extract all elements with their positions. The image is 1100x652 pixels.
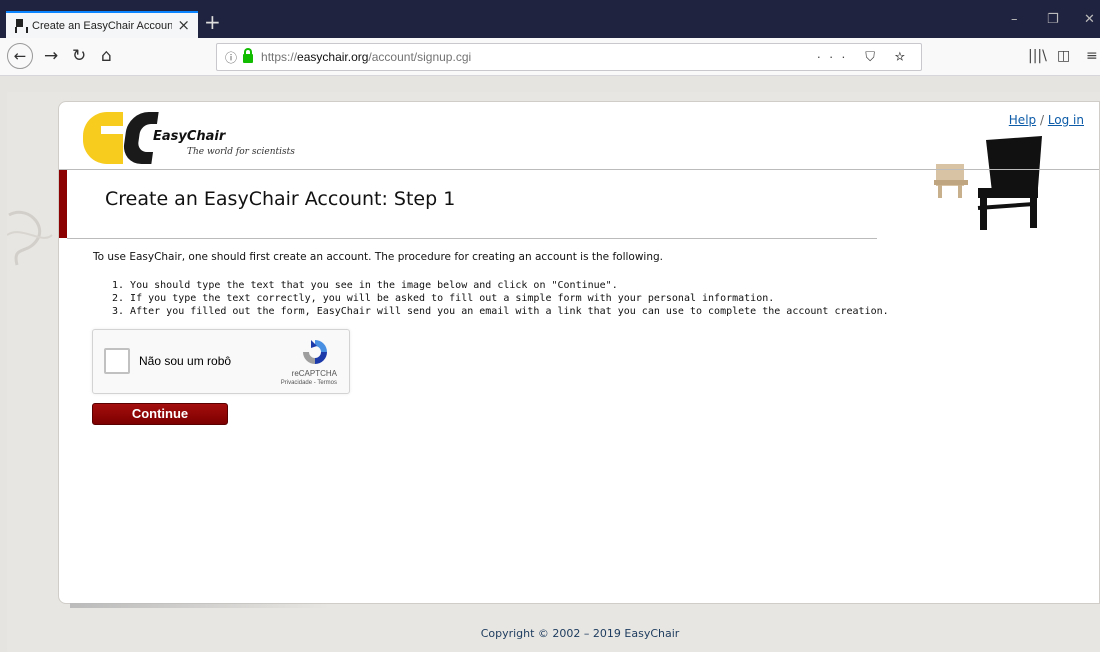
header-divider [59,169,1099,170]
page-title: Create an EasyChair Account: Step 1 [105,188,456,210]
link-separator: / [1036,113,1048,127]
close-window-button[interactable]: ✕ [1084,12,1095,27]
url-actions[interactable]: ··· ⛉ ☆ [817,49,913,65]
recaptcha-widget: Não sou um robô reCAPTCHA Privacidade - … [92,329,350,394]
recaptcha-brand: reCAPTCHA [291,369,337,378]
info-icon[interactable]: ⓘ [225,49,237,66]
url-bar[interactable]: ⓘ https://easychair.org/account/signup.c… [216,43,922,71]
chair-illustration-icon [934,136,1042,230]
recaptcha-logo-icon [303,340,327,364]
intro-text: To use EasyChair, one should first creat… [93,251,663,263]
title-accent-bar [59,170,67,238]
url-path: /account/signup.cgi [368,50,472,64]
step-item: 1. You should type the text that you see… [112,280,618,291]
footer-copyright: Copyright © 2002 – 2019 EasyChair [480,627,680,640]
logo-brand: EasyChair [153,129,226,144]
easychair-logo[interactable]: EasyChair The world for scientists [83,112,323,168]
close-tab-icon[interactable]: × [177,18,190,33]
recaptcha-checkbox[interactable] [104,348,130,374]
sidebar-icon[interactable]: ◫ [1057,48,1070,64]
forward-button[interactable]: → [44,46,58,66]
url-host: easychair.org [297,50,369,64]
card-shadow [70,603,330,608]
lock-icon [243,48,254,63]
logo-e-shape [83,112,123,164]
help-link[interactable]: Help [1009,113,1036,127]
recaptcha-links[interactable]: Privacidade - Termos [281,380,337,386]
top-links: Help / Log in [1009,113,1084,127]
restore-button[interactable]: ❐ [1047,12,1059,27]
background-ornament [7,210,53,266]
menu-icon[interactable]: ≡ [1086,48,1098,64]
tab-title: Create an EasyChair Account: S [32,19,172,32]
logo-tagline: The world for scientists [187,147,295,157]
new-tab-button[interactable]: + [204,12,221,32]
step-item: 2. If you type the text correctly, you w… [112,293,775,304]
url-prefix: https:// [261,50,298,64]
steps-list: 1. You should type the text that you see… [112,279,889,318]
browser-tab[interactable]: Create an EasyChair Account: S × [6,11,198,38]
title-divider [67,238,877,239]
recaptcha-label: Não sou um robô [139,354,232,368]
back-button[interactable]: ← [7,43,33,69]
browser-tabbar: Create an EasyChair Account: S × + – ❐ ✕ [0,0,1100,38]
easychair-favicon-icon [14,18,28,33]
reload-button[interactable]: ↻ [72,46,86,66]
library-icon[interactable]: |||\ [1028,48,1047,64]
minimize-button[interactable]: – [1011,12,1018,27]
home-button[interactable]: ⌂ [101,46,112,66]
login-link[interactable]: Log in [1048,113,1084,127]
browser-navbar: ← → ↻ ⌂ ⓘ https://easychair.org/account/… [0,38,1100,76]
step-item: 3. After you filled out the form, EasyCh… [112,306,889,317]
continue-button[interactable]: Continue [92,403,228,425]
